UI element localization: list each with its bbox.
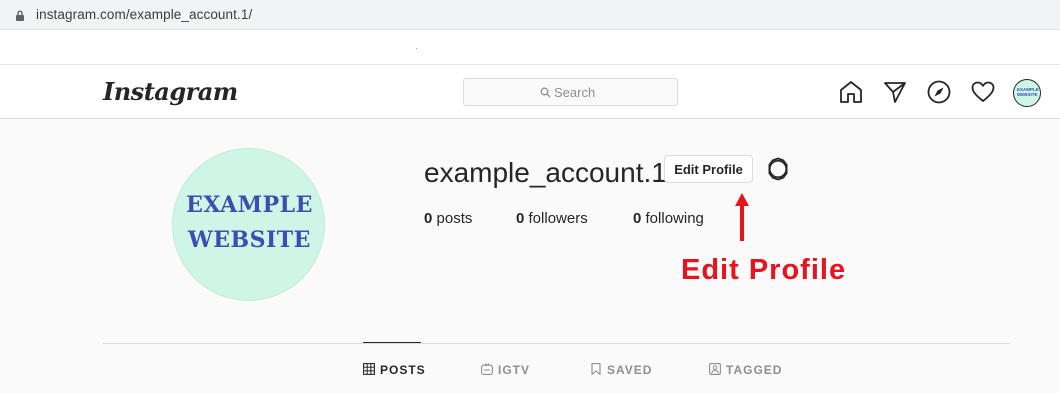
home-icon[interactable] xyxy=(838,79,864,105)
tagged-user-icon xyxy=(709,363,721,375)
top-navigation: Instagram EXAMPLEWEBSITE xyxy=(0,64,1060,119)
nav-avatar-text: EXAMPLE WEBSITE xyxy=(1017,87,1039,97)
tab-tagged-label: TAGGED xyxy=(726,363,783,377)
annotation-label: Edit Profile xyxy=(681,254,847,286)
instagram-logo[interactable]: Instagram xyxy=(103,77,238,106)
stat-following[interactable]: 0 following xyxy=(633,210,704,227)
activity-heart-icon[interactable] xyxy=(970,79,996,105)
direct-icon[interactable] xyxy=(882,79,908,105)
explore-icon[interactable] xyxy=(926,79,952,105)
avatar-text-line2: WEBSITE xyxy=(188,227,311,253)
avatar-text-line1: EXAMPLE xyxy=(186,192,313,218)
igtv-icon xyxy=(481,363,493,375)
grid-icon xyxy=(363,363,375,375)
active-tab-indicator xyxy=(363,342,421,343)
tab-igtv-label: IGTV xyxy=(498,363,531,377)
profile-avatar[interactable]: EXAMPLE WEBSITE xyxy=(172,148,325,301)
settings-gear-icon[interactable] xyxy=(766,157,790,181)
toolbar-strip xyxy=(0,30,1060,64)
bookmark-icon xyxy=(591,363,601,375)
search-icon xyxy=(540,87,551,98)
nav-avatar[interactable]: EXAMPLE WEBSITE xyxy=(1013,79,1041,107)
search-box[interactable] xyxy=(463,78,678,106)
stat-posts[interactable]: 0 posts xyxy=(424,210,472,227)
edit-profile-button[interactable]: Edit Profile xyxy=(664,155,753,183)
profile-username: example_account.1 xyxy=(424,157,667,188)
search-input[interactable] xyxy=(554,83,664,101)
page: instagram.com/example_account.1/ Instagr… xyxy=(0,0,1060,393)
annotation-arrow-icon xyxy=(735,193,749,241)
tab-posts-label: POSTS xyxy=(380,363,426,377)
tabs-divider xyxy=(103,343,1010,344)
tab-saved-label: SAVED xyxy=(607,363,653,377)
lock-icon xyxy=(16,10,24,21)
url-text[interactable]: instagram.com/example_account.1/ xyxy=(36,7,252,22)
browser-address-bar[interactable]: instagram.com/example_account.1/ xyxy=(0,0,1060,30)
stray-dot xyxy=(416,48,417,49)
stat-followers[interactable]: 0 followers xyxy=(516,210,588,227)
